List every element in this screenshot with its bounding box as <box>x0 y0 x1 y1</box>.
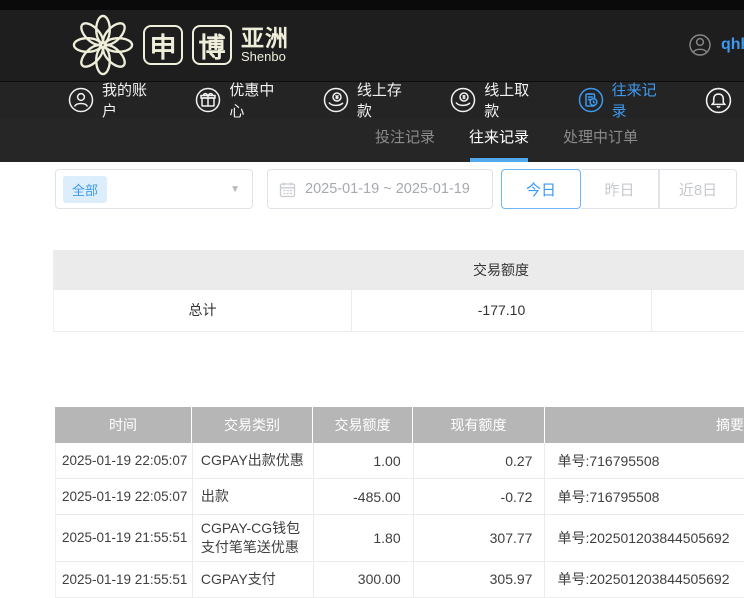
summary-total-value: -177.10 <box>352 290 652 331</box>
user-account[interactable]: qhh <box>688 33 744 57</box>
table-row: 2025-01-19 21:55:51 CGPAY支付 300.00 305.9… <box>55 562 744 598</box>
flower-logo-icon <box>72 13 134 77</box>
nav-item-withdraw[interactable]: 线上取款 <box>450 79 537 121</box>
logo-char-1: 申 <box>143 25 183 65</box>
cell-time: 2025-01-19 22:05:07 <box>56 479 193 514</box>
site-header: 申 博 亚洲 Shenbo qhh <box>0 10 744 81</box>
category-selected-tag[interactable]: 全部 <box>63 176 107 203</box>
cell-balance: 0.27 <box>414 443 546 478</box>
table-row: 2025-01-19 22:05:07 CGPAY出款优惠 1.00 0.27 … <box>55 443 744 479</box>
cell-note: 单号:716795508 <box>545 443 744 478</box>
nav-label: 优惠中心 <box>229 79 282 121</box>
cell-balance: 305.97 <box>414 562 546 597</box>
records-icon <box>578 87 604 113</box>
nav-label: 线上取款 <box>484 79 537 121</box>
deposit-icon <box>323 87 349 113</box>
cell-time: 2025-01-19 21:55:51 <box>56 562 193 597</box>
main-nav: 我的账户 优惠中心 线上存款 <box>0 81 744 118</box>
logo-char-2: 博 <box>192 25 232 65</box>
calendar-icon <box>279 181 296 198</box>
col-header-type: 交易类别 <box>192 407 313 443</box>
summary-empty-cell <box>652 290 744 331</box>
col-header-balance: 现有额度 <box>413 407 545 443</box>
record-tabs: 投注记录 往来记录 处理中订单 <box>0 118 744 162</box>
brand-region: 亚洲 <box>241 26 289 50</box>
nav-label: 线上存款 <box>357 79 410 121</box>
gift-icon <box>195 87 221 113</box>
chevron-down-icon: ▼ <box>230 184 240 195</box>
col-header-amount: 交易额度 <box>313 407 413 443</box>
cell-amount: 1.80 <box>314 515 414 561</box>
cell-balance: -0.72 <box>414 479 546 514</box>
summary-header-row: 交易额度 <box>53 250 744 290</box>
cell-note: 单号:716795508 <box>545 479 744 514</box>
last-8-days-button[interactable]: 近8日 <box>659 169 737 209</box>
brand-subtitle: Shenbo <box>241 50 289 64</box>
cell-balance: 307.77 <box>414 515 546 561</box>
nav-item-notifications[interactable] <box>705 87 732 114</box>
yesterday-button[interactable]: 昨日 <box>581 169 659 209</box>
top-strip <box>0 0 744 10</box>
cell-type: CGPAY出款优惠 <box>193 443 314 478</box>
summary-table: 交易额度 总计 -177.10 <box>53 250 744 332</box>
summary-total-label: 总计 <box>54 290 352 331</box>
category-select[interactable]: 全部 ▼ <box>55 169 253 209</box>
transactions-table: 时间 交易类别 交易额度 现有额度 摘要 2025-01-19 22:05:07… <box>55 407 744 598</box>
brand-logo[interactable]: 申 博 亚洲 Shenbo <box>72 13 289 77</box>
bell-icon <box>705 87 732 114</box>
user-icon <box>68 87 94 113</box>
nav-item-deposit[interactable]: 线上存款 <box>323 79 410 121</box>
cell-note: 单号:202501203844505692 <box>545 515 744 561</box>
cell-amount: -485.00 <box>314 479 414 514</box>
table-header-row: 时间 交易类别 交易额度 现有额度 摘要 <box>55 407 744 443</box>
avatar-icon <box>688 33 712 57</box>
cell-amount: 1.00 <box>314 443 414 478</box>
withdraw-icon <box>450 87 476 113</box>
table-row: 2025-01-19 21:55:51 CGPAY-CG钱包支付笔笔送优惠 1.… <box>55 515 744 562</box>
nav-label: 往来记录 <box>612 79 665 121</box>
nav-item-records[interactable]: 往来记录 <box>578 79 665 121</box>
tab-betting-records[interactable]: 投注记录 <box>375 126 435 162</box>
col-header-time: 时间 <box>55 407 192 443</box>
cell-time: 2025-01-19 21:55:51 <box>56 515 193 561</box>
cell-type: 出款 <box>193 479 314 514</box>
nav-item-my-account[interactable]: 我的账户 <box>68 79 155 121</box>
quick-date-buttons: 今日 昨日 近8日 <box>501 169 737 209</box>
cell-note: 单号:202501203844505692 <box>545 562 744 597</box>
date-range-value: 2025-01-19 ~ 2025-01-19 <box>305 181 470 197</box>
cell-type: CGPAY支付 <box>193 562 314 597</box>
cell-type: CGPAY-CG钱包支付笔笔送优惠 <box>193 515 314 561</box>
col-header-note: 摘要 <box>545 407 744 443</box>
cell-time: 2025-01-19 22:05:07 <box>56 443 193 478</box>
nav-label: 我的账户 <box>102 79 155 121</box>
tab-transaction-records[interactable]: 往来记录 <box>469 126 529 162</box>
date-range-input[interactable]: 2025-01-19 ~ 2025-01-19 <box>267 169 493 209</box>
summary-total-row: 总计 -177.10 <box>53 290 744 332</box>
nav-item-promotions[interactable]: 优惠中心 <box>195 79 282 121</box>
cell-amount: 300.00 <box>314 562 414 597</box>
table-row: 2025-01-19 22:05:07 出款 -485.00 -0.72 单号:… <box>55 479 744 515</box>
tab-processing-orders[interactable]: 处理中订单 <box>563 126 638 162</box>
username[interactable]: qhh <box>721 36 744 54</box>
today-button[interactable]: 今日 <box>501 169 581 209</box>
summary-header-amount: 交易额度 <box>351 250 651 290</box>
